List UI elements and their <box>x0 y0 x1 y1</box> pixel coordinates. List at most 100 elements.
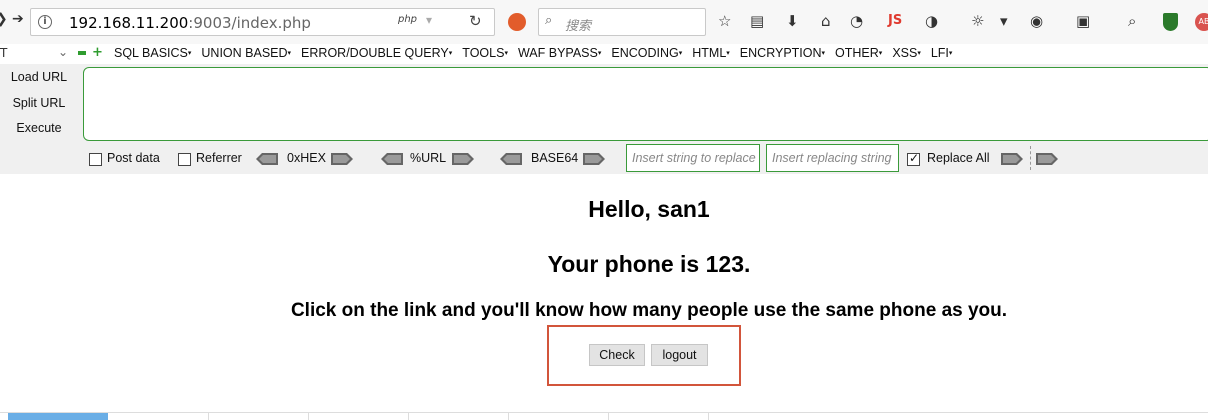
insert-string-input[interactable]: Insert string to replace <box>626 144 760 172</box>
url-decode-arrow-icon[interactable] <box>381 152 403 166</box>
search-box[interactable]: ⌕ 搜索 <box>538 8 706 36</box>
hex-label: 0xHEX <box>287 151 326 165</box>
caret-icon: ▾ <box>726 50 730 57</box>
instruction-heading: Click on the link and you'll know how ma… <box>290 300 1008 321</box>
url-encode-arrow-icon[interactable] <box>452 152 474 166</box>
base64-decode-arrow-icon[interactable] <box>500 152 522 166</box>
caret-icon: ▾ <box>187 50 192 57</box>
hackbar-panel: Load URL Split URL Execute Post data Ref… <box>0 64 1208 174</box>
address-bar[interactable]: i 192.168.11.200:9003/index.php php ▾ ↻ <box>30 8 495 36</box>
address-url[interactable]: 192.168.11.200:9003/index.php <box>69 14 311 32</box>
menu-label: ERROR/DOUBLE QUERY <box>301 46 449 60</box>
base64-label: BASE64 <box>531 151 579 165</box>
caret-icon: ▾ <box>948 50 953 57</box>
menu-union-based[interactable]: UNION BASED▾ <box>201 46 291 60</box>
menu-label: TOOLS <box>462 46 505 60</box>
replace-all-label: Replace All <box>927 151 990 165</box>
post-data-label: Post data <box>107 151 160 165</box>
menu-encoding[interactable]: ENCODING▾ <box>611 46 682 60</box>
palette-icon[interactable]: ☼ <box>971 12 984 30</box>
reload-icon[interactable]: ↻ <box>469 12 482 30</box>
menu-lfi[interactable]: LFI▾ <box>931 46 953 60</box>
url-encode-label: %URL <box>410 151 447 165</box>
logout-button[interactable]: logout <box>651 344 708 366</box>
caret-icon: ▾ <box>917 50 921 57</box>
selector-dropdown-icon[interactable]: ⌄ <box>58 45 68 59</box>
forward-icon[interactable]: ➔ <box>12 11 24 27</box>
menu-label: ENCODING <box>611 46 679 60</box>
menu-encryption[interactable]: ENCRYPTION▾ <box>740 46 825 60</box>
caret-icon: ▾ <box>678 50 683 57</box>
download-icon[interactable]: ⬇ <box>786 12 799 30</box>
caret-icon: ▾ <box>878 50 883 57</box>
caret-icon: ▾ <box>597 50 602 57</box>
check-button[interactable]: Check <box>589 344 645 366</box>
menu-label: XSS <box>892 46 918 60</box>
decrease-icon[interactable] <box>78 51 86 55</box>
menu-label: OTHER <box>835 46 879 60</box>
home-icon[interactable]: ⌂ <box>821 12 831 30</box>
url-host: 192.168.11.200 <box>69 14 189 32</box>
browser-toolbar: ❯ ➔ i 192.168.11.200:9003/index.php php … <box>0 0 1208 44</box>
replace-all-checkbox[interactable] <box>907 151 920 166</box>
back-button[interactable]: ❯ <box>0 11 8 27</box>
menu-error-double-query[interactable]: ERROR/DOUBLE QUERY▾ <box>301 46 452 60</box>
site-info-icon[interactable]: i <box>38 15 52 29</box>
bottom-tab-strip <box>0 412 1208 420</box>
dropdown-arrow-icon[interactable]: ▾ <box>426 13 432 27</box>
hackbar-options: Post data Referrer 0xHEX %URL BASE64 Rep… <box>0 148 1208 172</box>
hex-encode-arrow-icon[interactable] <box>331 152 353 166</box>
caret-icon: ▾ <box>504 50 508 57</box>
menu-label: UNION BASED <box>201 46 288 60</box>
hackbar-selector[interactable]: T <box>0 46 7 60</box>
hackbar-url-textarea[interactable] <box>83 67 1208 141</box>
caret-icon: ▾ <box>448 50 453 57</box>
replace-arrow-icon[interactable] <box>1001 152 1023 166</box>
zoom-icon[interactable]: ⌕ <box>1128 12 1136 30</box>
php-label: php <box>398 14 418 25</box>
separator <box>1030 146 1031 170</box>
post-data-checkbox[interactable] <box>89 153 102 166</box>
caret-icon: ▾ <box>287 50 292 57</box>
bookmark-star-icon[interactable]: ☆ <box>718 12 731 30</box>
javascript-toggle[interactable]: JS <box>888 13 902 28</box>
menu-label: ENCRYPTION <box>739 46 822 60</box>
menu-dropdown-icon[interactable]: ▾ <box>1000 12 1008 30</box>
phone-heading: Your phone is 123. <box>547 251 751 277</box>
proxy-icon[interactable]: ◉ <box>1030 12 1043 30</box>
extension-icon[interactable] <box>508 13 526 31</box>
menu-sql-basics[interactable]: SQL BASICS▾ <box>114 46 191 60</box>
menu-other[interactable]: OTHER▾ <box>835 46 882 60</box>
split-url-button[interactable]: Split URL <box>0 96 78 110</box>
reading-list-icon[interactable]: ▤ <box>750 12 764 30</box>
menu-html[interactable]: HTML▾ <box>692 46 730 60</box>
menu-label: WAF BYPASS <box>517 46 598 60</box>
hex-decode-arrow-icon[interactable] <box>256 152 278 166</box>
greeting-heading: Hello, san1 <box>588 196 710 222</box>
hackbar-menu-items: SQL BASICS▾ UNION BASED▾ ERROR/DOUBLE QU… <box>114 46 962 60</box>
base64-encode-arrow-icon[interactable] <box>583 152 605 166</box>
menu-waf-bypass[interactable]: WAF BYPASS▾ <box>518 46 601 60</box>
referrer-checkbox[interactable] <box>178 153 191 166</box>
speed-dial-icon[interactable]: ◔ <box>850 12 863 30</box>
execute-button[interactable]: Execute <box>0 121 78 135</box>
menu-label: HTML <box>692 46 727 60</box>
increase-icon[interactable]: + <box>92 45 103 60</box>
url-path: :9003/index.php <box>188 14 311 32</box>
replacing-string-input[interactable]: Insert replacing string <box>766 144 899 172</box>
load-url-button[interactable]: Load URL <box>0 70 78 84</box>
screenshot-icon[interactable]: ▣ <box>1076 12 1090 30</box>
shield-icon[interactable] <box>1163 13 1178 31</box>
referrer-label: Referrer <box>196 151 242 165</box>
page-content: Hello, san1 Your phone is 123. Click on … <box>0 174 1208 420</box>
globe-icon[interactable]: ◑ <box>925 12 938 30</box>
menu-xss[interactable]: XSS▾ <box>892 46 921 60</box>
menu-label: LFI <box>930 46 949 60</box>
adblock-icon[interactable]: AB <box>1195 13 1208 31</box>
replace-all-arrow-icon[interactable] <box>1036 152 1058 166</box>
caret-icon: ▾ <box>821 50 826 57</box>
menu-tools[interactable]: TOOLS▾ <box>462 46 508 60</box>
menu-label: SQL BASICS <box>114 46 188 60</box>
search-placeholder: 搜索 <box>565 19 592 34</box>
search-icon: ⌕ <box>545 13 553 28</box>
